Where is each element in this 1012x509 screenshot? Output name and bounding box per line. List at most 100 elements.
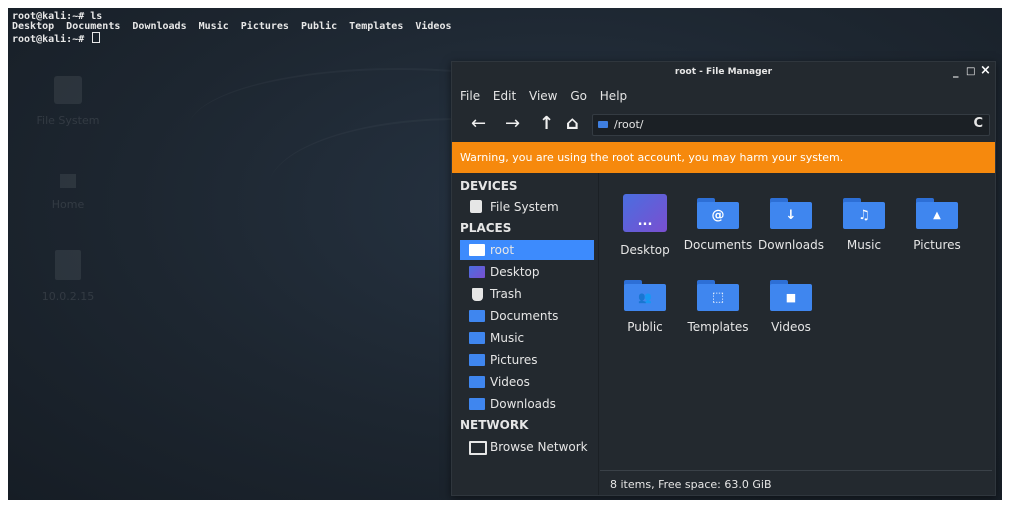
status-text: 8 items, Free space: 63.0 GiB <box>610 478 772 491</box>
drive-icon <box>54 76 82 104</box>
pictures-folder-icon: ▲ <box>916 198 958 229</box>
trash-icon <box>472 288 483 301</box>
sidebar-item-label: Pictures <box>490 353 538 367</box>
sidebar-item-label: Trash <box>490 287 522 301</box>
folder-emblem: @ <box>711 208 725 223</box>
menu-bar: File Edit View Go Help <box>460 89 636 103</box>
music-folder-icon: ♫ <box>843 198 885 229</box>
maximize-button[interactable]: □ <box>966 66 975 77</box>
folder-emblem: ■ <box>785 291 797 304</box>
videos-folder-icon: ■ <box>770 280 812 311</box>
sidebar-item-pictures[interactable]: Pictures <box>460 350 594 370</box>
sidebar-header-network: NETWORK <box>460 418 529 432</box>
root-warning-banner: Warning, you are using the root account,… <box>452 142 995 173</box>
home-icon <box>60 174 76 188</box>
sidebar-header-places: PLACES <box>460 221 512 235</box>
pane-divider[interactable] <box>598 173 599 495</box>
documents-folder-icon: @ <box>697 198 739 229</box>
public-folder-icon: 👥 <box>624 280 666 311</box>
close-button[interactable]: × <box>980 63 991 78</box>
toolbar: ← → ↑ ⌂ /root/ C <box>452 113 995 137</box>
terminal-output: root@kali:~# ls Desktop Documents Downloa… <box>12 12 452 45</box>
sidebar-item-trash[interactable]: Trash <box>460 284 594 304</box>
folder-emblem: ⬚ <box>711 290 725 305</box>
sidebar-item-label: Videos <box>490 375 530 389</box>
sidebar-item-music[interactable]: Music <box>460 328 594 348</box>
menu-go[interactable]: Go <box>570 89 587 103</box>
music-folder-icon <box>469 332 485 344</box>
sidebar-item-browse-network[interactable]: Browse Network <box>460 437 594 457</box>
sidebar-item-label: File System <box>490 200 559 214</box>
sidebar-item-label: Music <box>490 331 525 345</box>
window-title: root - File Manager <box>674 67 773 77</box>
menu-help[interactable]: Help <box>600 89 627 103</box>
location-bar[interactable]: /root/ C <box>592 114 990 136</box>
file-item-templates[interactable]: ⬚ Templates <box>682 280 754 334</box>
home-folder-icon <box>469 244 485 256</box>
sidebar-item-label: Desktop <box>490 265 540 279</box>
desktop-icon-file-system[interactable]: File System <box>28 76 108 127</box>
status-bar: 8 items, Free space: 63.0 GiB <box>600 470 992 495</box>
network-icon <box>469 441 487 455</box>
folder-emblem: ... <box>637 214 653 229</box>
terminal-prompt-text: root@kali:~# <box>12 34 91 45</box>
file-item-downloads[interactable]: ↓ Downloads <box>755 198 827 252</box>
file-item-documents[interactable]: @ Documents <box>682 198 754 252</box>
file-grid: ... Desktop @ Documents ↓ Downloads ♫ Mu… <box>600 178 992 468</box>
menu-file[interactable]: File <box>460 89 480 103</box>
file-icon <box>55 250 81 280</box>
home-button[interactable]: ⌂ <box>566 114 579 134</box>
up-button[interactable]: ↑ <box>539 114 554 134</box>
file-item-desktop[interactable]: ... Desktop <box>609 194 681 257</box>
file-item-pictures[interactable]: ▲ Pictures <box>901 198 973 252</box>
desktop-icon-label: Home <box>51 198 85 211</box>
folder-emblem: ▲ <box>933 210 941 221</box>
sidebar-item-label: Downloads <box>490 397 556 411</box>
sidebar-item-label: Documents <box>490 309 559 323</box>
desktop-icon-network-share[interactable]: 10.0.2.15 <box>28 250 108 303</box>
menu-view[interactable]: View <box>529 89 557 103</box>
desktop-icon-label: 10.0.2.15 <box>41 290 95 303</box>
title-bar[interactable]: root - File Manager _ □ × <box>452 62 995 84</box>
file-item-music[interactable]: ♫ Music <box>828 198 900 252</box>
folder-emblem: 👥 <box>638 291 652 304</box>
sidebar-item-documents[interactable]: Documents <box>460 306 594 326</box>
file-item-public[interactable]: 👥 Public <box>609 280 681 334</box>
sidebar-item-file-system[interactable]: File System <box>460 197 594 217</box>
file-item-videos[interactable]: ■ Videos <box>755 280 827 334</box>
refresh-button[interactable]: C <box>973 116 983 131</box>
desktop-icon-label: File System <box>36 114 100 127</box>
sidebar-item-root[interactable]: root <box>460 240 594 260</box>
videos-folder-icon <box>469 376 485 388</box>
menu-edit[interactable]: Edit <box>493 89 516 103</box>
sidebar-item-label: root <box>490 243 515 257</box>
sidebar-item-label: Browse Network <box>490 440 588 454</box>
sidebar-item-desktop[interactable]: Desktop <box>460 262 594 282</box>
file-item-label: Downloads <box>758 238 824 252</box>
sidebar-item-downloads[interactable]: Downloads <box>460 394 594 414</box>
sidebar-item-videos[interactable]: Videos <box>460 372 594 392</box>
folder-emblem: ♫ <box>858 208 870 223</box>
location-path: /root/ <box>614 118 644 131</box>
back-button[interactable]: ← <box>471 114 486 134</box>
minimize-button[interactable]: _ <box>953 65 959 78</box>
documents-folder-icon <box>469 310 485 322</box>
file-item-label: Templates <box>687 320 749 334</box>
templates-folder-icon: ⬚ <box>697 280 739 311</box>
terminal-prompt: root@kali:~# <box>12 32 452 45</box>
desktop-icon-home[interactable]: Home <box>28 174 108 211</box>
desktop-icon <box>469 266 485 278</box>
drive-icon <box>470 200 482 213</box>
forward-button[interactable]: → <box>505 114 520 134</box>
desktop-folder-icon: ... <box>623 194 667 232</box>
file-item-label: Videos <box>771 320 811 334</box>
sidebar-header-devices: DEVICES <box>460 179 518 193</box>
pictures-folder-icon <box>469 354 485 366</box>
file-item-label: Music <box>846 238 882 252</box>
desktop: root@kali:~# ls Desktop Documents Downloa… <box>8 8 1002 500</box>
text-cursor <box>92 32 101 43</box>
downloads-folder-icon: ↓ <box>770 198 812 229</box>
file-item-label: Pictures <box>913 238 961 252</box>
file-item-label: Desktop <box>620 243 670 257</box>
file-item-label: Public <box>627 320 663 334</box>
